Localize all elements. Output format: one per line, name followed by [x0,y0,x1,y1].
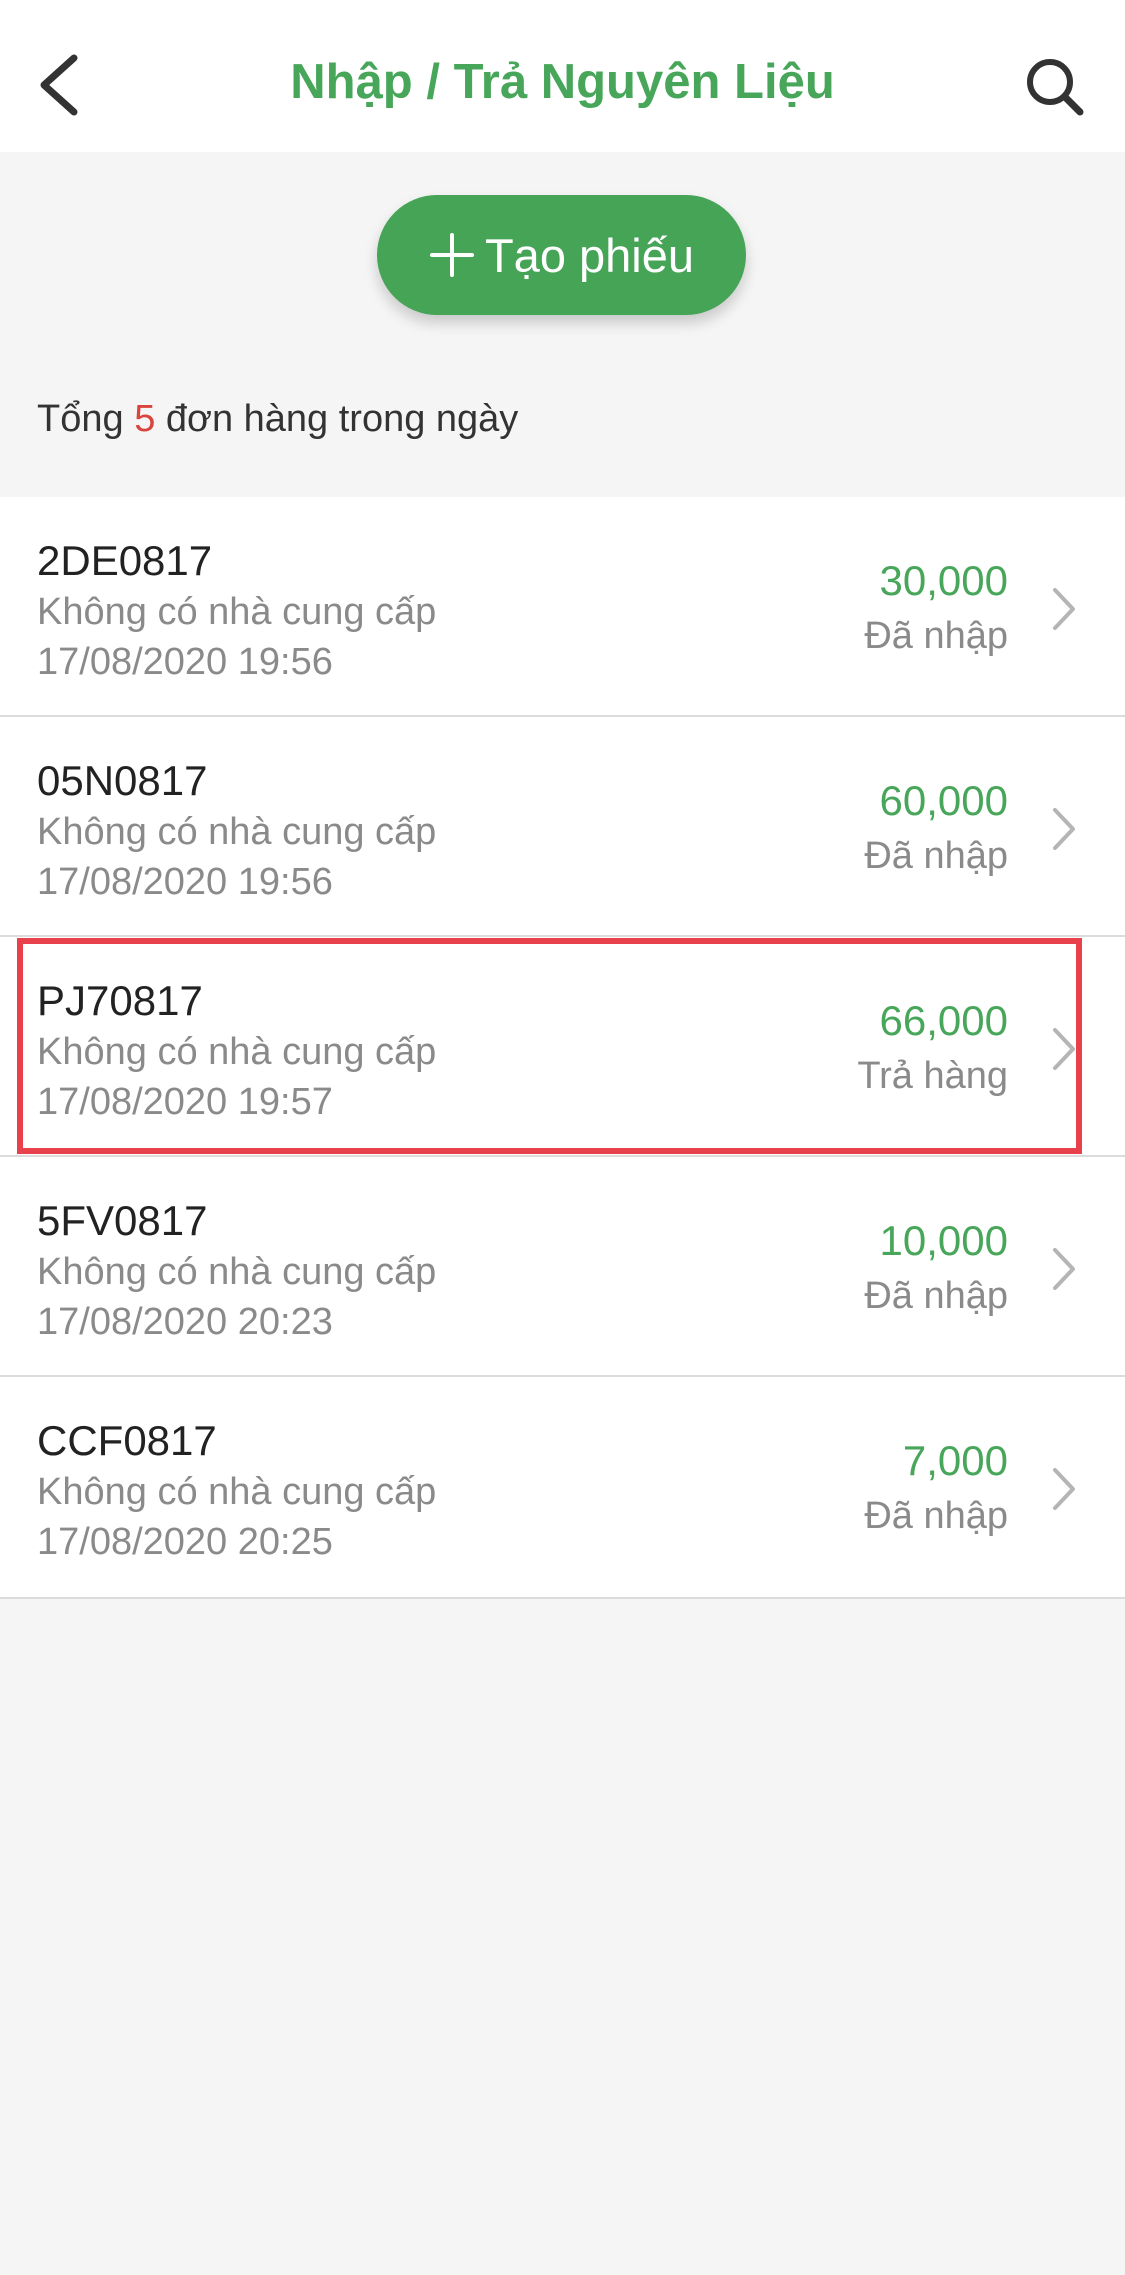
order-row[interactable]: 05N0817 Không có nhà cung cấp 17/08/2020… [0,717,1125,937]
order-row[interactable]: 2DE0817 Không có nhà cung cấp 17/08/2020… [0,497,1125,717]
order-status: Đã nhập [864,615,1008,657]
header: Nhập / Trả Nguyên Liệu [0,0,1125,152]
order-amount: 30,000 [879,557,1008,604]
chevron-right-icon [1053,1248,1075,1290]
chevron-right-icon [1053,1468,1075,1510]
order-supplier: Không có nhà cung cấp [37,811,437,853]
order-time: 17/08/2020 20:25 [37,1521,333,1563]
order-row[interactable]: PJ70817 Không có nhà cung cấp 17/08/2020… [0,937,1125,1157]
order-time: 17/08/2020 19:56 [37,641,333,683]
order-supplier: Không có nhà cung cấp [37,1251,437,1293]
order-code: 2DE0817 [37,537,213,584]
order-status: Đã nhập [864,1275,1008,1317]
page-title: Nhập / Trả Nguyên Liệu [290,55,835,109]
chevron-right-icon [1053,1028,1075,1070]
order-code: PJ70817 [37,977,203,1024]
order-supplier: Không có nhà cung cấp [37,591,437,633]
order-time: 17/08/2020 19:57 [37,1081,333,1123]
order-amount: 10,000 [879,1217,1008,1264]
order-row[interactable]: 5FV0817 Không có nhà cung cấp 17/08/2020… [0,1157,1125,1377]
order-status: Trả hàng [857,1055,1008,1097]
order-row[interactable]: CCF0817 Không có nhà cung cấp 17/08/2020… [0,1377,1125,1597]
order-amount: 7,000 [902,1437,1008,1484]
create-ticket-label: Tạo phiếu [484,228,695,282]
order-time: 17/08/2020 20:23 [37,1301,333,1343]
plus-icon [429,233,474,277]
summary-prefix: Tổng [37,398,124,440]
search-button[interactable] [1020,52,1090,122]
chevron-right-icon [1053,808,1075,850]
order-summary: Tổng 5 đơn hàng trong ngày [37,398,518,441]
order-status: Đã nhập [864,1495,1008,1537]
order-amount: 60,000 [879,777,1008,824]
order-list: 2DE0817 Không có nhà cung cấp 17/08/2020… [0,497,1125,1599]
chevron-right-icon [1053,588,1075,630]
order-code: 05N0817 [37,757,208,804]
order-code: 5FV0817 [37,1197,208,1244]
create-ticket-button[interactable]: Tạo phiếu [377,195,746,315]
summary-suffix: đơn hàng trong ngày [165,398,519,440]
order-status: Đã nhập [864,835,1008,877]
order-code: CCF0817 [37,1417,217,1464]
order-supplier: Không có nhà cung cấp [37,1031,437,1073]
order-time: 17/08/2020 19:56 [37,861,333,903]
search-icon [1027,59,1084,116]
summary-count: 5 [134,398,156,440]
order-supplier: Không có nhà cung cấp [37,1471,437,1513]
order-amount: 66,000 [879,997,1008,1044]
